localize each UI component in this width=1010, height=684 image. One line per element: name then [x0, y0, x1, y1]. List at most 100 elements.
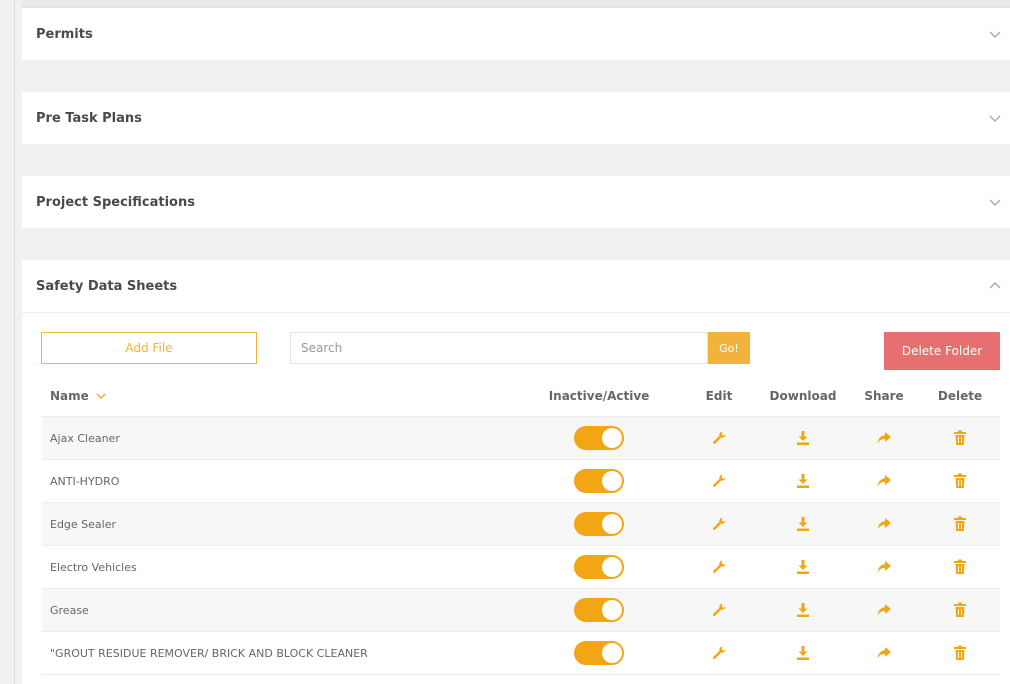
share-icon[interactable]: [876, 645, 892, 661]
active-toggle[interactable]: [574, 641, 624, 665]
panel-header-permits[interactable]: Permits: [22, 8, 1010, 60]
wrench-icon[interactable]: [711, 473, 727, 489]
toggle-cell: [518, 641, 680, 665]
active-toggle[interactable]: [574, 469, 624, 493]
search-input[interactable]: [290, 332, 708, 364]
panel-title: Safety Data Sheets: [36, 278, 178, 294]
toggle-knob: [602, 643, 622, 663]
edit-cell: [680, 645, 758, 661]
top-border: [22, 0, 1010, 8]
wrench-icon[interactable]: [711, 645, 727, 661]
chevron-down-icon[interactable]: [988, 29, 1002, 39]
toggle-knob: [602, 600, 622, 620]
share-cell: [848, 430, 920, 446]
edit-cell: [680, 430, 758, 446]
active-toggle[interactable]: [574, 555, 624, 579]
toggle-cell: [518, 512, 680, 536]
download-cell: [758, 430, 848, 446]
active-toggle[interactable]: [574, 426, 624, 450]
share-cell: [848, 559, 920, 575]
header-name[interactable]: Name: [42, 389, 518, 403]
toggle-cell: [518, 598, 680, 622]
file-name: "GROUT RESIDUE REMOVER/ BRICK AND BLOCK …: [50, 646, 368, 660]
toolbar: Add File Go! Delete Folder: [22, 332, 1010, 370]
wrench-icon[interactable]: [711, 516, 727, 532]
download-icon[interactable]: [795, 602, 811, 618]
table-row: Ajax Cleaner: [42, 417, 1000, 460]
toggle-knob: [602, 471, 622, 491]
download-cell: [758, 559, 848, 575]
file-name: Ajax Cleaner: [50, 431, 120, 445]
left-border: [14, 0, 15, 684]
header-share: Share: [864, 389, 904, 403]
share-cell: [848, 602, 920, 618]
file-name: Electro Vehicles: [50, 560, 137, 574]
download-icon[interactable]: [795, 645, 811, 661]
header-name-label: Name: [50, 389, 89, 403]
trash-icon[interactable]: [953, 430, 967, 446]
toggle-knob: [602, 428, 622, 448]
share-icon[interactable]: [876, 559, 892, 575]
panel-title: Pre Task Plans: [36, 110, 142, 126]
sort-chevron-icon[interactable]: [93, 392, 106, 403]
panel-header-project-specifications[interactable]: Project Specifications: [22, 176, 1010, 228]
panel-title: Project Specifications: [36, 194, 195, 210]
chevron-up-icon[interactable]: [988, 281, 1002, 291]
panel-header-pre-task-plans[interactable]: Pre Task Plans: [22, 92, 1010, 144]
delete-cell: [920, 430, 1000, 446]
delete-cell: [920, 645, 1000, 661]
share-cell: [848, 473, 920, 489]
table-row: Grease: [42, 589, 1000, 632]
panel-pre-task-plans: Pre Task Plans: [22, 92, 1010, 144]
trash-icon[interactable]: [953, 559, 967, 575]
file-name: Edge Sealer: [50, 517, 117, 531]
trash-icon[interactable]: [953, 473, 967, 489]
download-icon[interactable]: [795, 430, 811, 446]
table-row: Electro Vehicles: [42, 546, 1000, 589]
delete-cell: [920, 516, 1000, 532]
toggle-cell: [518, 555, 680, 579]
share-icon[interactable]: [876, 516, 892, 532]
panel-project-specifications: Project Specifications: [22, 176, 1010, 228]
header-active: Inactive/Active: [548, 389, 650, 403]
panel-safety-data-sheets: Safety Data Sheets Add File Go! Delete F…: [22, 260, 1010, 684]
download-icon[interactable]: [795, 473, 811, 489]
share-icon[interactable]: [876, 602, 892, 618]
chevron-down-icon[interactable]: [988, 197, 1002, 207]
wrench-icon[interactable]: [711, 559, 727, 575]
edit-cell: [680, 516, 758, 532]
delete-folder-button[interactable]: Delete Folder: [884, 332, 1000, 370]
chevron-down-icon[interactable]: [988, 113, 1002, 123]
go-button[interactable]: Go!: [708, 332, 750, 364]
download-cell: [758, 645, 848, 661]
active-toggle[interactable]: [574, 512, 624, 536]
trash-icon[interactable]: [953, 516, 967, 532]
files-table: Name Inactive/Active Edit Download Share…: [42, 376, 1000, 675]
table-row: ANTI-HYDRO: [42, 460, 1000, 503]
delete-cell: [920, 559, 1000, 575]
table-header: Name Inactive/Active Edit Download Share…: [42, 376, 1000, 417]
table-body: Ajax Cleaner ANTI-HYDRO Edge Sealer Elec…: [42, 417, 1000, 675]
trash-icon[interactable]: [953, 602, 967, 618]
toggle-knob: [602, 557, 622, 577]
download-cell: [758, 602, 848, 618]
file-name: Grease: [50, 603, 89, 617]
table-row: Edge Sealer: [42, 503, 1000, 546]
download-cell: [758, 473, 848, 489]
delete-cell: [920, 602, 1000, 618]
download-icon[interactable]: [795, 516, 811, 532]
download-icon[interactable]: [795, 559, 811, 575]
share-icon[interactable]: [876, 473, 892, 489]
trash-icon[interactable]: [953, 645, 967, 661]
wrench-icon[interactable]: [711, 602, 727, 618]
active-toggle[interactable]: [574, 598, 624, 622]
panel-header-safety-data-sheets[interactable]: Safety Data Sheets: [22, 260, 1010, 313]
table-row: "GROUT RESIDUE REMOVER/ BRICK AND BLOCK …: [42, 632, 1000, 675]
file-name: ANTI-HYDRO: [50, 474, 120, 488]
toggle-knob: [602, 514, 622, 534]
add-file-button[interactable]: Add File: [41, 332, 257, 364]
download-cell: [758, 516, 848, 532]
share-icon[interactable]: [876, 430, 892, 446]
toggle-cell: [518, 469, 680, 493]
wrench-icon[interactable]: [711, 430, 727, 446]
